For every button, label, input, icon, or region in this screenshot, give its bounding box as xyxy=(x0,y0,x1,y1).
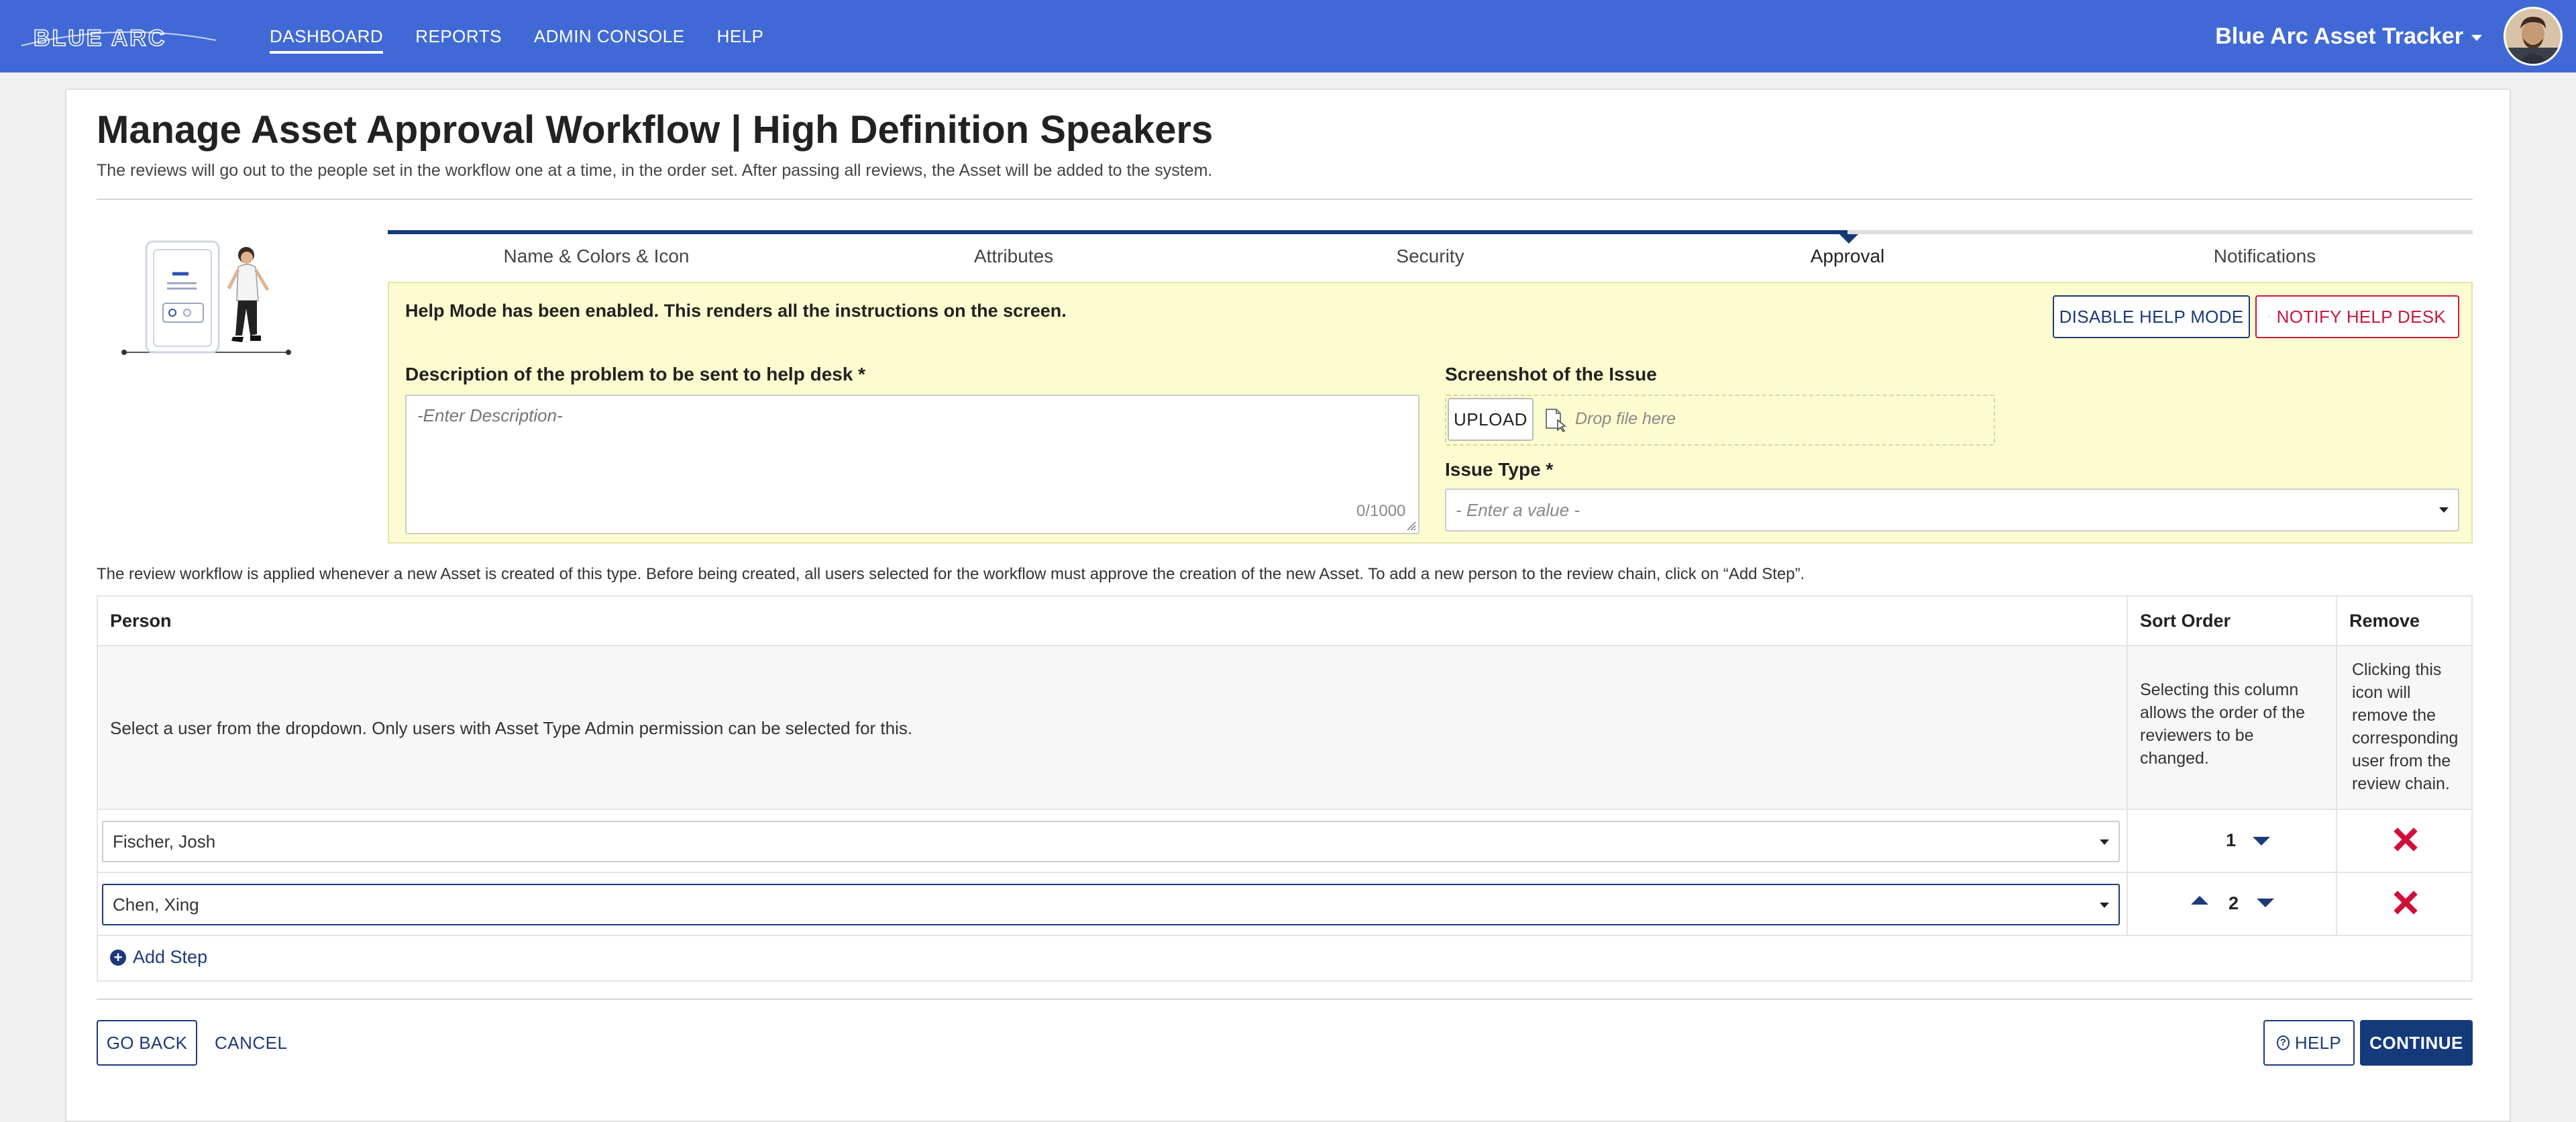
issue-type-select[interactable]: - Enter a value - xyxy=(1445,489,2459,531)
sort-order-number: 2 xyxy=(2229,893,2239,914)
go-back-button[interactable]: GO BACK xyxy=(97,1020,197,1066)
person-help-text: Select a user from the dropdown. Only us… xyxy=(110,646,912,810)
step-name-colors-icon[interactable]: Name & Colors & Icon xyxy=(504,246,690,267)
step-approval[interactable]: Approval xyxy=(1811,246,1885,267)
move-up-icon[interactable] xyxy=(2191,896,2208,905)
cancel-button[interactable]: CANCEL xyxy=(215,1020,287,1066)
svg-text:BLUE ARC: BLUE ARC xyxy=(34,26,166,51)
add-step-button[interactable]: + Add Step xyxy=(110,947,207,968)
top-navbar: BLUE ARC DASHBOARD REPORTS ADMIN CONSOLE… xyxy=(0,0,2576,72)
remove-cell xyxy=(2336,810,2471,872)
sort-order-cell: 1 xyxy=(2127,810,2336,872)
remove-cell xyxy=(2336,873,2471,935)
help-mode-notice: Help Mode has been enabled. This renders… xyxy=(405,301,1067,321)
review-workflow-table: Person Sort Order Remove Select a user f… xyxy=(97,595,2473,982)
bug-icon xyxy=(2269,310,2270,323)
main-nav: DASHBOARD REPORTS ADMIN CONSOLE HELP xyxy=(270,0,764,72)
move-down-icon[interactable] xyxy=(2253,837,2270,846)
help-instructions-row: Select a user from the dropdown. Only us… xyxy=(98,645,2471,809)
sort-order-cell: 2 xyxy=(2127,873,2336,935)
continue-button[interactable]: CONTINUE xyxy=(2360,1020,2473,1066)
description-label: Description of the problem to be sent to… xyxy=(405,364,865,385)
remove-x-icon[interactable] xyxy=(2394,890,2418,915)
description-textarea[interactable] xyxy=(405,395,1419,534)
divider xyxy=(97,999,2473,1000)
remove-x-icon[interactable] xyxy=(2394,827,2418,852)
help-button[interactable]: ? HELP xyxy=(2263,1020,2355,1066)
workflow-note: The review workflow is applied whenever … xyxy=(97,565,1805,584)
issue-type-label: Issue Type * xyxy=(1445,459,1553,480)
notify-help-desk-label: NOTIFY HELP DESK xyxy=(2277,307,2446,327)
column-header-remove: Remove xyxy=(2336,597,2474,645)
nav-admin-console[interactable]: ADMIN CONSOLE xyxy=(534,0,685,72)
help-label: HELP xyxy=(2295,1033,2341,1054)
reviewer-select[interactable]: Fischer, Josh xyxy=(102,821,2120,862)
workflow-illustration xyxy=(117,235,295,359)
continue-label: CONTINUE xyxy=(2369,1033,2463,1054)
upload-button[interactable]: UPLOAD xyxy=(1448,398,1534,441)
app-switcher[interactable]: Blue Arc Asset Tracker xyxy=(2215,0,2482,72)
chevron-down-icon xyxy=(2100,903,2109,908)
drop-file-hint: Drop file here xyxy=(1575,409,1676,429)
help-mode-panel: Help Mode has been enabled. This renders… xyxy=(388,282,2473,544)
sort-help-text: Selecting this column allows the order o… xyxy=(2127,646,2336,810)
active-step-marker xyxy=(1839,234,1858,244)
user-avatar-icon xyxy=(2506,9,2561,64)
divider xyxy=(97,199,2473,200)
screenshot-label: Screenshot of the Issue xyxy=(1445,364,1657,385)
reviewer-name: Chen, Xing xyxy=(113,895,199,915)
table-row: Chen, Xing 2 xyxy=(98,872,2471,935)
upload-label: UPLOAD xyxy=(1454,409,1527,430)
column-header-sort-order: Sort Order xyxy=(2127,597,2336,645)
step-security[interactable]: Security xyxy=(1396,246,1464,267)
reviewer-select[interactable]: Chen, Xing xyxy=(102,884,2120,925)
app-name: Blue Arc Asset Tracker xyxy=(2215,23,2463,50)
nav-reports[interactable]: REPORTS xyxy=(415,0,502,72)
char-counter: 0/1000 xyxy=(1356,502,1405,521)
step-attributes[interactable]: Attributes xyxy=(974,246,1053,267)
avatar[interactable] xyxy=(2504,7,2563,66)
steps-progress xyxy=(388,230,1847,234)
blue-arc-logo[interactable]: BLUE ARC xyxy=(17,20,219,51)
add-step-row: + Add Step xyxy=(98,935,2471,980)
page-subtitle: The reviews will go out to the people se… xyxy=(97,161,1212,181)
move-down-icon[interactable] xyxy=(2257,899,2274,907)
page-title: Manage Asset Approval Workflow | High De… xyxy=(97,107,1213,152)
column-header-person: Person xyxy=(98,597,2127,645)
issue-type-placeholder: - Enter a value - xyxy=(1456,500,1580,521)
disable-help-mode-button[interactable]: DISABLE HELP MODE xyxy=(2053,295,2250,338)
sort-order-number: 1 xyxy=(2226,830,2236,851)
cancel-label: CANCEL xyxy=(215,1033,287,1054)
chevron-down-icon xyxy=(2100,839,2109,845)
reviewer-name: Fischer, Josh xyxy=(113,831,215,852)
question-circle-icon: ? xyxy=(2277,1035,2290,1050)
resize-handle-icon[interactable] xyxy=(1405,519,1417,531)
chevron-down-icon xyxy=(2439,507,2449,513)
step-notifications[interactable]: Notifications xyxy=(2214,246,2316,267)
chevron-down-icon xyxy=(2471,35,2482,41)
notify-help-desk-button[interactable]: NOTIFY HELP DESK xyxy=(2255,295,2459,338)
add-step-label: Add Step xyxy=(133,947,207,968)
go-back-label: GO BACK xyxy=(107,1033,188,1054)
nav-help[interactable]: HELP xyxy=(717,0,764,72)
remove-help-text: Clicking this icon will remove the corre… xyxy=(2336,646,2471,810)
nav-dashboard[interactable]: DASHBOARD xyxy=(270,0,383,72)
table-row: Fischer, Josh 1 xyxy=(98,809,2471,872)
plus-circle-icon: + xyxy=(110,950,126,966)
disable-help-mode-label: DISABLE HELP MODE xyxy=(2059,307,2244,327)
file-drop-icon xyxy=(1544,408,1567,432)
